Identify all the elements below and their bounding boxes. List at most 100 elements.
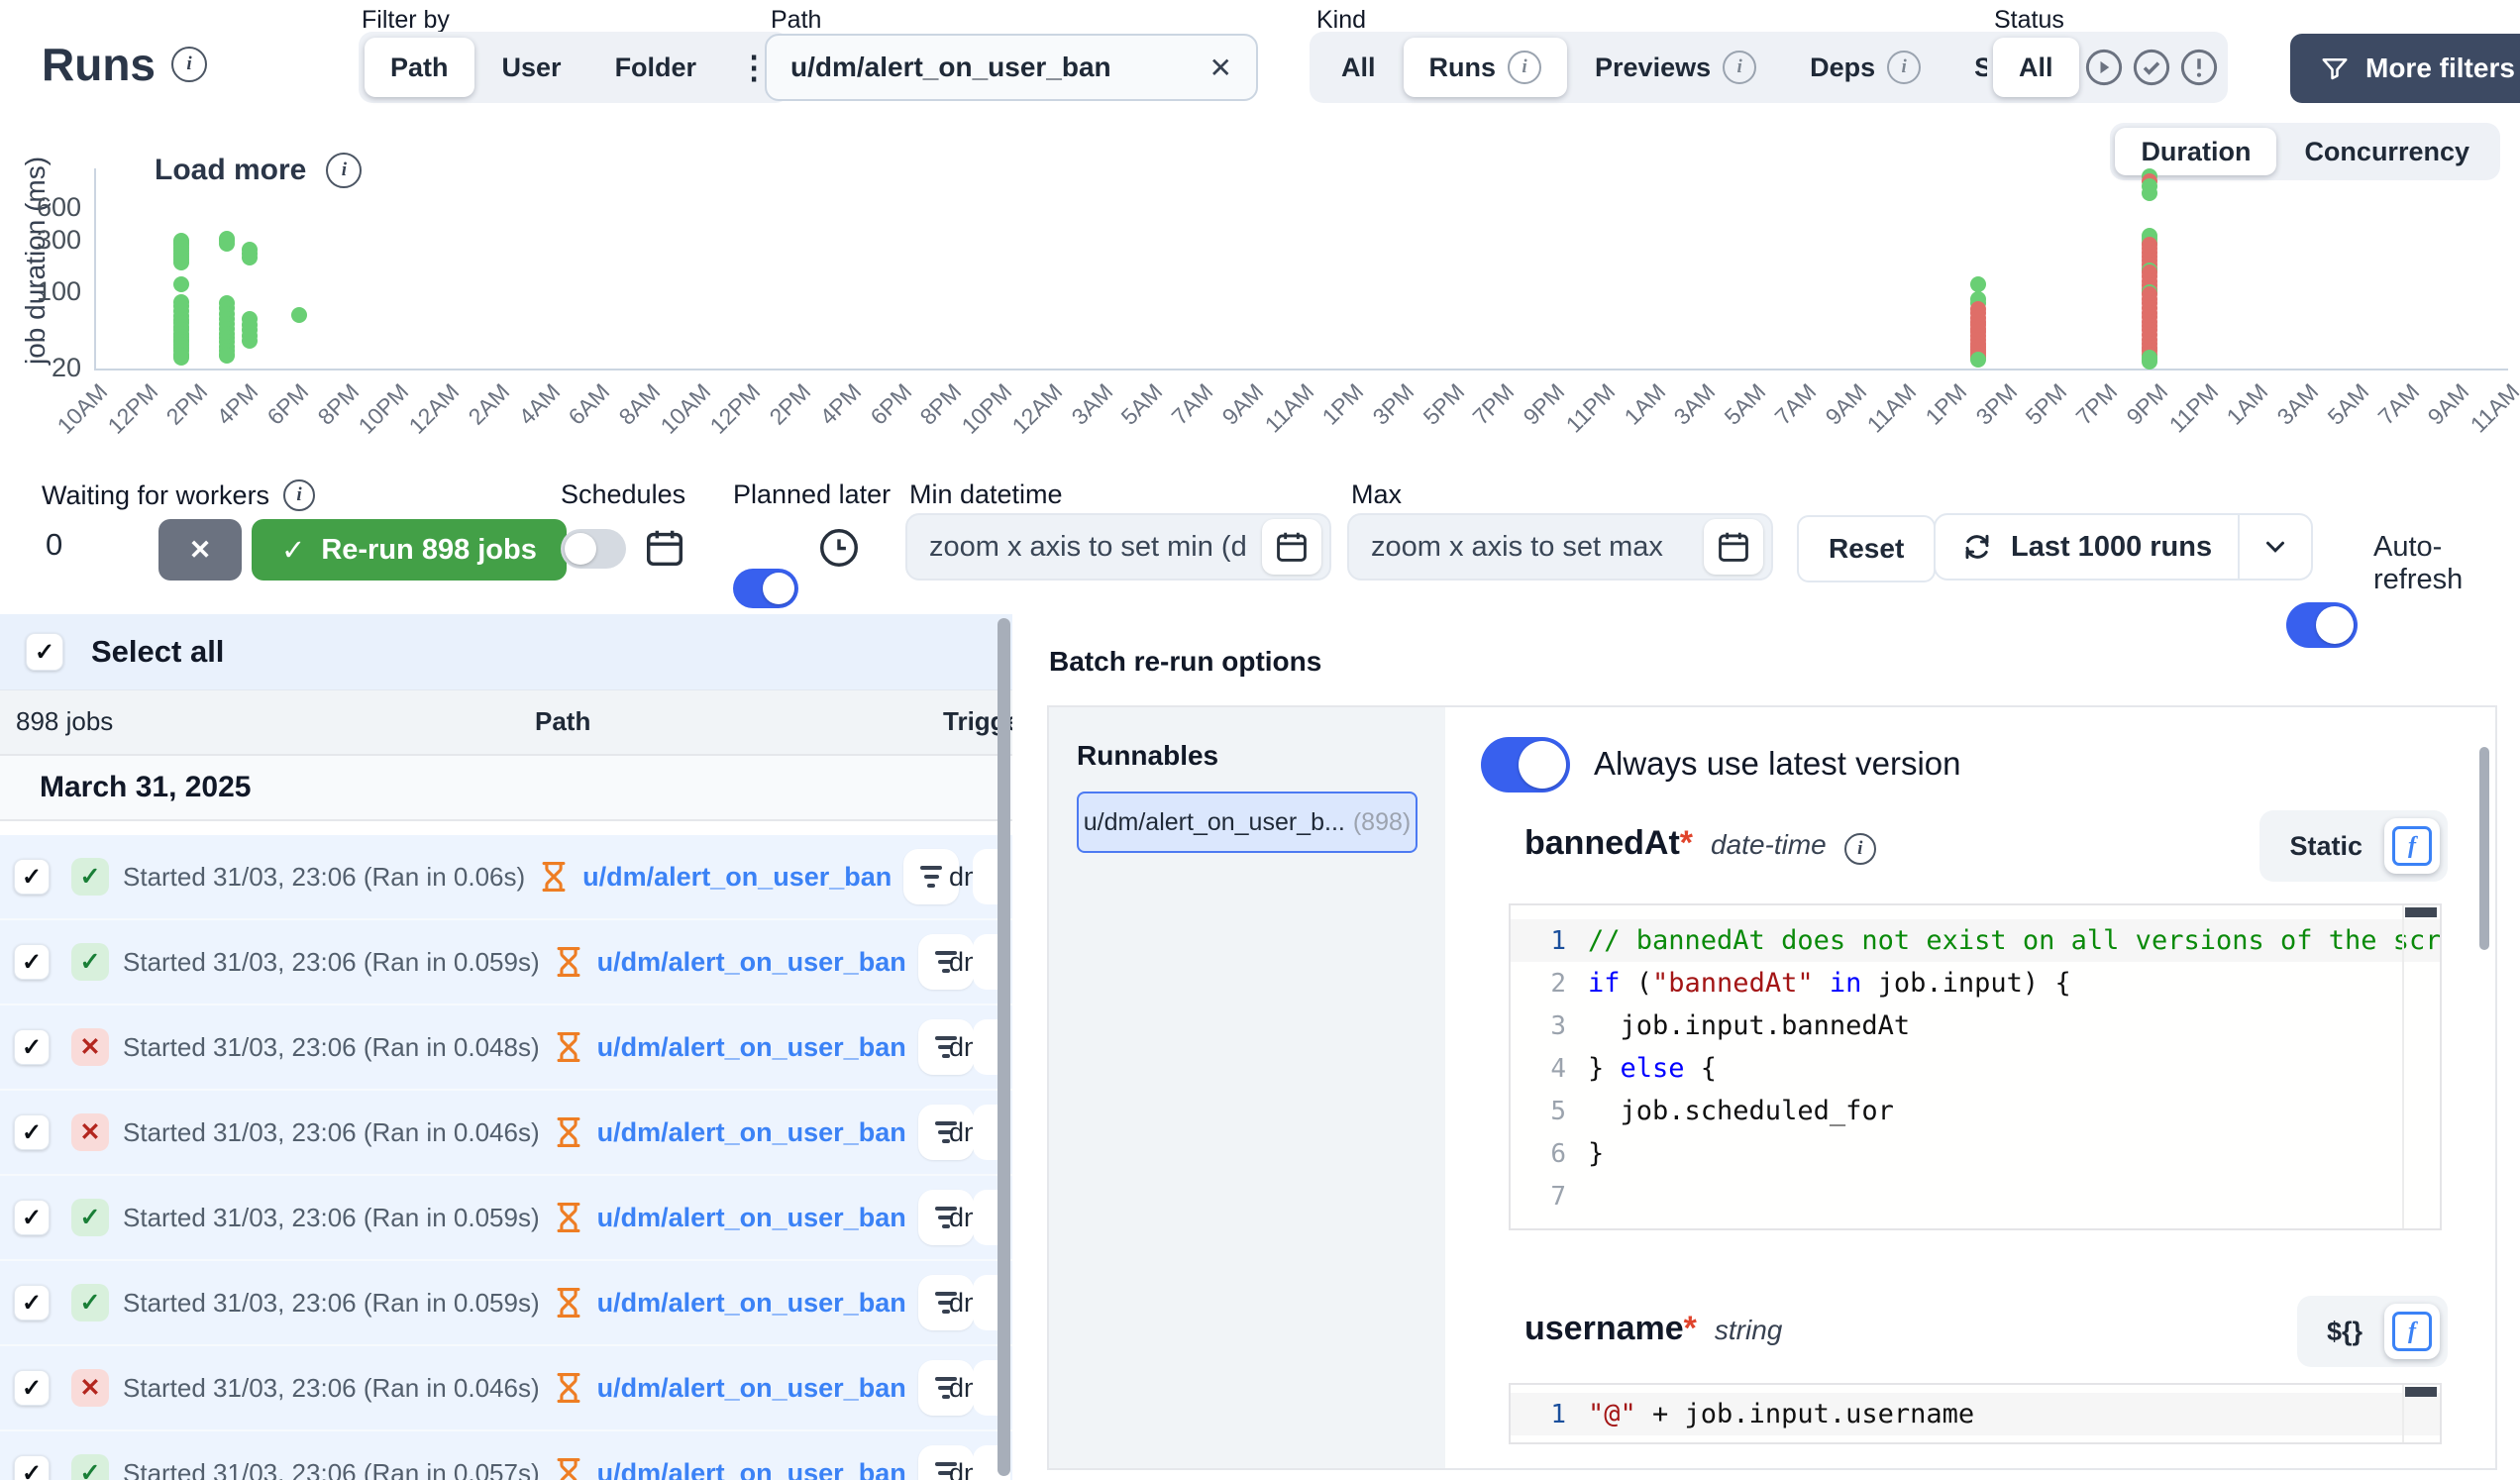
job-row[interactable]: ✓✕Started 31/03, 23:06 (Ran in 0.046s)u/… xyxy=(0,1346,1012,1431)
max-calendar-button[interactable] xyxy=(1704,519,1763,575)
x-axis-tick: 7PM xyxy=(2071,378,2124,431)
batch-panel-scrollbar[interactable] xyxy=(2479,747,2489,950)
job-row[interactable]: ✓✕Started 31/03, 23:06 (Ran in 0.046s)u/… xyxy=(0,1091,1012,1176)
scatter-point[interactable] xyxy=(242,333,258,349)
row-checkbox[interactable]: ✓ xyxy=(14,859,50,895)
more-filters-button[interactable]: More filters xyxy=(2290,34,2520,103)
x-axis-tick: 5PM xyxy=(2021,378,2073,431)
started-text: Started 31/03, 23:06 (Ran in 0.057s) xyxy=(123,1458,540,1480)
scatter-point[interactable] xyxy=(1970,352,1986,368)
status-success-badge: ✓ xyxy=(71,1454,109,1480)
path-input[interactable]: u/dm/alert_on_user_ban ✕ xyxy=(765,34,1258,101)
hourglass-icon xyxy=(552,1286,585,1320)
job-path-link[interactable]: u/dm/alert_on_user_ban xyxy=(597,1458,906,1480)
javascript-editor-button[interactable]: f xyxy=(2384,818,2440,874)
kind-tab-all[interactable]: All xyxy=(1315,38,1402,97)
last-runs-button[interactable]: Last 1000 runs xyxy=(1936,515,2238,579)
job-path-link[interactable]: u/dm/alert_on_user_ban xyxy=(597,1203,906,1233)
date-separator-row: March 31, 2025 xyxy=(0,756,1012,821)
rerun-jobs-button[interactable]: ✓ Re-run 898 jobs xyxy=(252,519,567,581)
job-row[interactable]: ✓✓Started 31/03, 23:06 (Ran in 0.059s)u/… xyxy=(0,920,1012,1005)
always-latest-toggle[interactable] xyxy=(1481,737,1570,793)
reset-button[interactable]: Reset xyxy=(1797,515,1936,582)
field-bannedAt-heading: bannedAt* date-time i xyxy=(1524,824,1876,865)
row-checkbox[interactable]: ✓ xyxy=(14,1029,50,1065)
row-checkbox[interactable]: ✓ xyxy=(14,1200,50,1235)
row-checkbox[interactable]: ✓ xyxy=(14,1114,50,1150)
status-running-icon[interactable] xyxy=(2081,45,2127,90)
scatter-point[interactable] xyxy=(173,255,189,270)
row-checkbox[interactable]: ✓ xyxy=(14,1455,50,1480)
filter-tab-path[interactable]: Path xyxy=(365,38,474,97)
scatter-point[interactable] xyxy=(219,236,235,252)
info-icon: i xyxy=(283,479,315,511)
min-datetime-placeholder: zoom x axis to set min (dr xyxy=(929,531,1246,564)
status-failure-icon[interactable] xyxy=(2176,45,2222,90)
refresh-icon xyxy=(1961,531,1993,563)
job-path-link[interactable]: u/dm/alert_on_user_ban xyxy=(597,947,906,978)
job-path-link[interactable]: u/dm/alert_on_user_ban xyxy=(597,1288,906,1319)
scatter-point[interactable] xyxy=(173,350,189,366)
schedules-toggle[interactable] xyxy=(561,529,626,569)
x-axis-tick: 3PM xyxy=(1970,378,2023,431)
status-success-badge: ✓ xyxy=(71,943,109,981)
date-header: March 31, 2025 xyxy=(40,771,251,804)
row-checkbox[interactable]: ✓ xyxy=(14,944,50,980)
status-success-icon[interactable] xyxy=(2129,45,2174,90)
job-row[interactable]: ✓✓Started 31/03, 23:06 (Ran in 0.059s)u/… xyxy=(0,1176,1012,1261)
x-axis-tick: 10AM xyxy=(52,378,114,440)
list-header-row: 898 jobs Path Triggered by xyxy=(0,690,1012,756)
job-row[interactable]: ✓ ✓ Started 31/03, 23:06 (Ran in 0.057s) u/… xyxy=(0,1431,1012,1480)
job-list-panel: ✓ Select all 898 jobs Path Triggered by … xyxy=(0,614,1012,1480)
last-runs-dropdown-button[interactable] xyxy=(2240,515,2311,579)
row-checkbox[interactable]: ✓ xyxy=(14,1370,50,1406)
waiting-for-workers-value: 0 xyxy=(46,527,62,563)
mode-template-tab[interactable]: ${} xyxy=(2305,1317,2384,1347)
planned-later-toggle[interactable] xyxy=(733,569,798,608)
min-datetime-input[interactable]: zoom x axis to set min (dr xyxy=(905,513,1331,581)
code-line: 5 job.scheduled_for xyxy=(1511,1090,2440,1132)
status-label: Status xyxy=(1994,6,2064,35)
runs-info-icon[interactable]: i xyxy=(171,47,207,82)
filter-tab-folder[interactable]: Folder xyxy=(589,38,723,97)
runnable-item[interactable]: u/dm/alert_on_user_b... (898) xyxy=(1077,792,1418,853)
scatter-point[interactable] xyxy=(2142,354,2157,370)
code-line: 4} else { xyxy=(1511,1047,2440,1090)
kind-tab-runs[interactable]: Runsi xyxy=(1404,38,1568,97)
job-path-link[interactable]: u/dm/alert_on_user_ban xyxy=(597,1373,906,1404)
javascript-editor-button[interactable]: f xyxy=(2384,1304,2440,1359)
scatter-point[interactable] xyxy=(173,276,189,292)
kind-tab-previews[interactable]: Previewsi xyxy=(1569,38,1782,97)
cancel-selection-button[interactable]: ✕ xyxy=(158,519,242,581)
scatter-point[interactable] xyxy=(219,348,235,364)
x-axis-tick: 10AM xyxy=(655,378,716,440)
filter-tab-user[interactable]: User xyxy=(476,38,587,97)
auto-refresh-toggle[interactable] xyxy=(2286,602,2358,648)
job-path-link[interactable]: u/dm/alert_on_user_ban xyxy=(597,1032,906,1063)
kind-tab-deps[interactable]: Depsi xyxy=(1784,38,1946,97)
min-calendar-button[interactable] xyxy=(1262,519,1321,575)
row-checkbox[interactable]: ✓ xyxy=(14,1285,50,1321)
field-bannedAt-mode-segmented: Static f xyxy=(2259,810,2448,882)
y-axis-tick: 300 xyxy=(20,225,81,256)
scatter-point[interactable] xyxy=(2142,185,2157,201)
job-row[interactable]: ✓✓Started 31/03, 23:06 (Ran in 0.06s)u/d… xyxy=(0,835,1012,920)
x-axis-tick: 2PM xyxy=(161,378,214,431)
x-axis-tick: 7AM xyxy=(1167,378,1219,431)
code-editor-bannedAt[interactable]: 1// bannedAt does not exist on all versi… xyxy=(1509,903,2442,1230)
select-all-checkbox[interactable]: ✓ xyxy=(26,633,63,671)
scatter-point[interactable] xyxy=(1970,276,1986,292)
job-row[interactable]: ✓✕Started 31/03, 23:06 (Ran in 0.048s)u/… xyxy=(0,1005,1012,1091)
code-editor-username[interactable]: 1"@" + job.input.username xyxy=(1509,1383,2442,1444)
scatter-point[interactable] xyxy=(242,250,258,265)
clear-path-icon[interactable]: ✕ xyxy=(1209,52,1232,84)
job-row[interactable]: ✓✓Started 31/03, 23:06 (Ran in 0.059s)u/… xyxy=(0,1261,1012,1346)
mode-static-tab[interactable]: Static xyxy=(2267,831,2384,862)
job-path-link[interactable]: u/dm/alert_on_user_ban xyxy=(597,1117,906,1148)
x-axis-tick: 7PM xyxy=(1468,378,1521,431)
max-datetime-input[interactable]: zoom x axis to set max xyxy=(1347,513,1773,581)
job-path-link[interactable]: u/dm/alert_on_user_ban xyxy=(582,862,892,893)
job-list-scrollbar[interactable] xyxy=(998,618,1010,1476)
scatter-point[interactable] xyxy=(291,307,307,323)
status-tab-all[interactable]: All xyxy=(1993,38,2079,97)
